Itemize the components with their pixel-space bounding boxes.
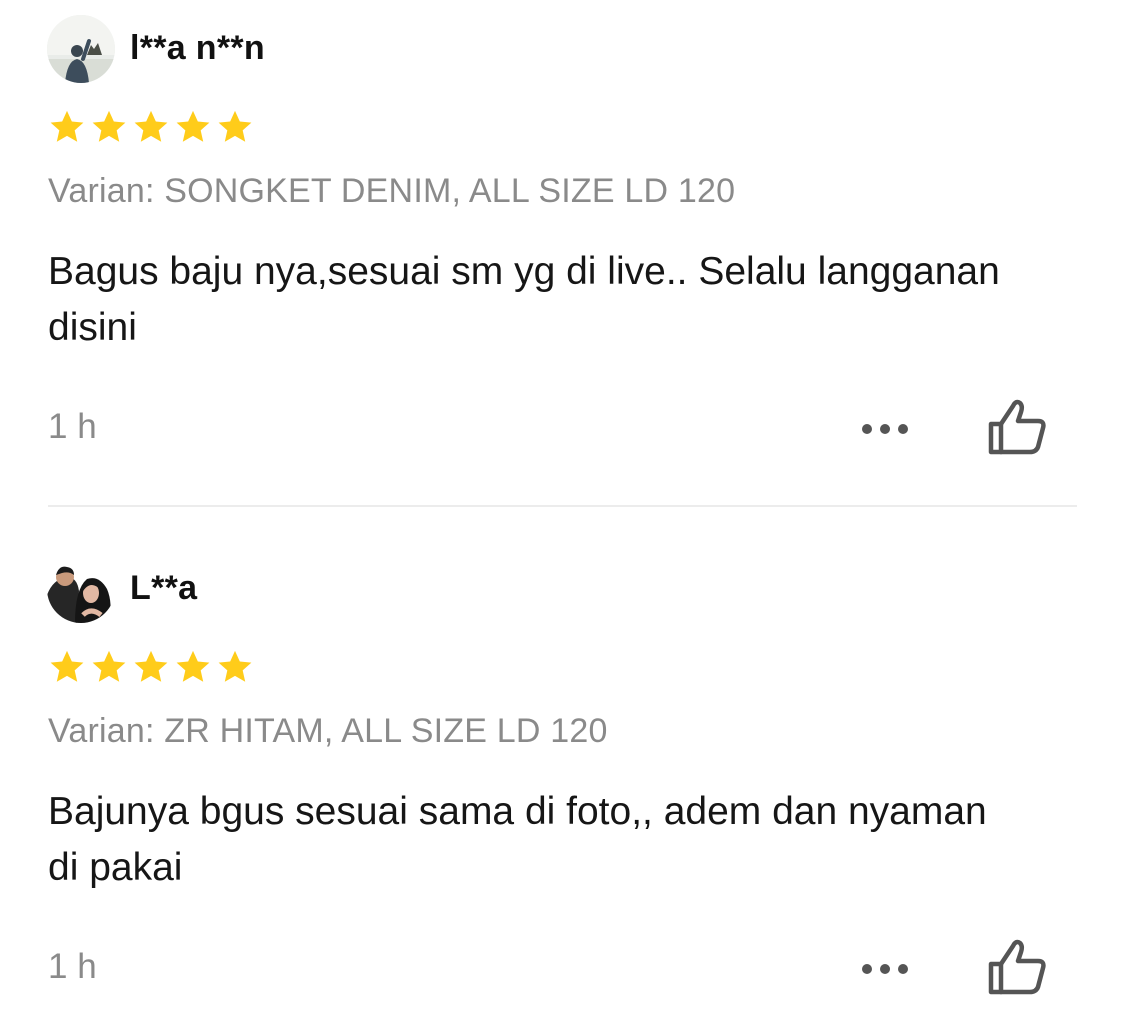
star-icon: [176, 650, 210, 682]
variant-text: Varian: SONGKET DENIM, ALL SIZE LD 120: [48, 172, 736, 210]
thumbs-up-icon: [988, 939, 1046, 995]
star-icon: [134, 650, 168, 682]
variant-text: Varian: ZR HITAM, ALL SIZE LD 120: [48, 712, 608, 750]
review-time: 1 h: [48, 947, 97, 986]
star-icon: [92, 110, 126, 142]
more-options-icon: [862, 424, 908, 434]
star-icon: [50, 110, 84, 142]
star-icon: [176, 110, 210, 142]
like-button[interactable]: [985, 934, 1051, 1000]
star-icon: [218, 650, 252, 682]
more-options-button[interactable]: [852, 952, 918, 986]
avatar[interactable]: [47, 15, 115, 83]
star-icon: [134, 110, 168, 142]
star-rating: [48, 108, 254, 146]
username: L**a: [130, 569, 198, 607]
divider: [48, 505, 1077, 507]
like-button[interactable]: [985, 394, 1051, 460]
star-icon: [50, 650, 84, 682]
review-item: l**a n**n Varian: SONGKET DENIM, ALL SIZ…: [0, 0, 1125, 507]
star-icon: [92, 650, 126, 682]
username: l**a n**n: [130, 29, 265, 67]
review-time: 1 h: [48, 407, 97, 446]
more-options-button[interactable]: [852, 412, 918, 446]
review-comment: Bagus baju nya,sesuai sm yg di live.. Se…: [48, 250, 1000, 349]
avatar[interactable]: [47, 555, 115, 623]
thumbs-up-icon: [988, 399, 1046, 455]
star-icon: [218, 110, 252, 142]
review-item: L**a Varian: ZR HITAM, ALL SIZE LD 120 B…: [0, 540, 1125, 1034]
more-options-icon: [862, 964, 908, 974]
star-rating: [48, 648, 254, 686]
review-comment: Bajunya bgus sesuai sama di foto,, adem …: [48, 790, 987, 889]
